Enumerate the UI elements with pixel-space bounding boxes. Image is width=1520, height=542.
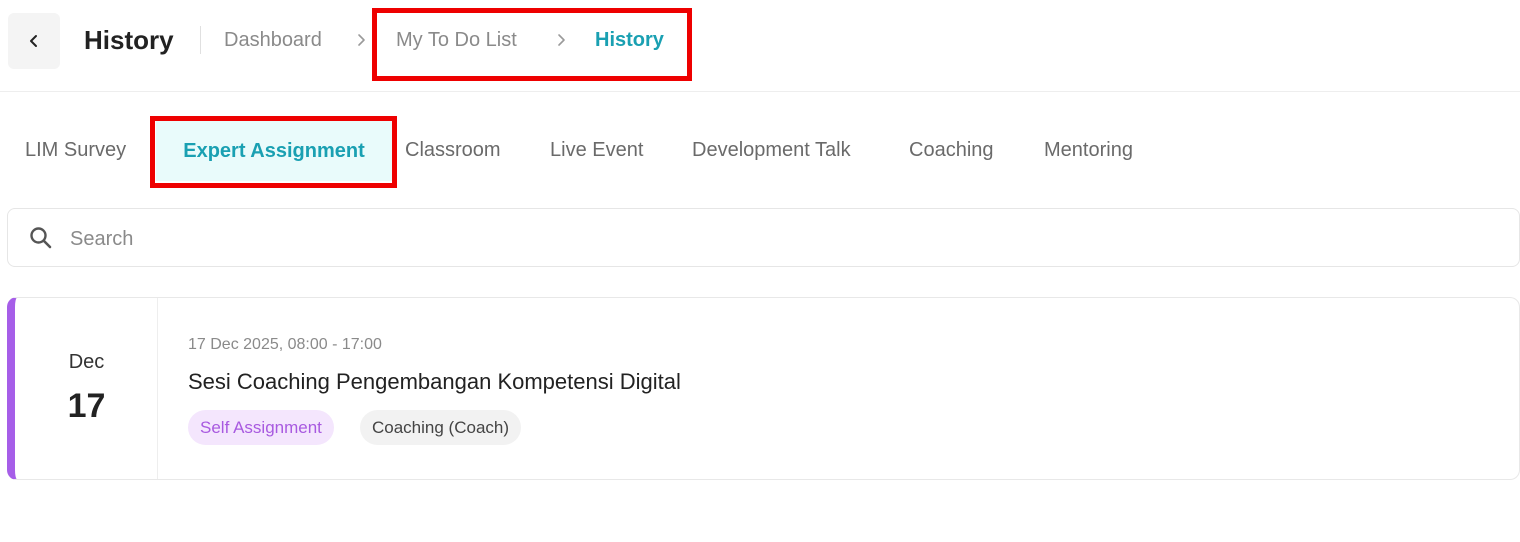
tag-self-assignment: Self Assignment bbox=[188, 410, 334, 445]
card-title: Sesi Coaching Pengembangan Kompetensi Di… bbox=[188, 369, 681, 394]
breadcrumb-dashboard[interactable]: Dashboard bbox=[224, 28, 322, 52]
search-icon bbox=[30, 227, 52, 249]
search-input[interactable] bbox=[70, 225, 670, 253]
search-bar bbox=[7, 208, 1520, 267]
tab-mentoring[interactable]: Mentoring bbox=[1044, 136, 1133, 164]
card-time: 17 Dec 2025, 08:00 - 17:00 bbox=[188, 336, 382, 353]
tab-lim-survey[interactable]: LIM Survey bbox=[25, 136, 126, 164]
title-divider bbox=[200, 26, 201, 54]
tab-classroom[interactable]: Classroom bbox=[405, 136, 501, 164]
card-date-month: Dec bbox=[68, 351, 105, 373]
page-header: History Dashboard My To Do List History bbox=[0, 0, 1520, 92]
card-date-day: 17 bbox=[67, 387, 106, 425]
chevron-right-icon bbox=[356, 32, 368, 48]
tab-development-talk[interactable]: Development Talk bbox=[692, 136, 851, 164]
tab-coaching[interactable]: Coaching bbox=[909, 136, 994, 164]
tag-coaching-coach: Coaching (Coach) bbox=[360, 410, 522, 445]
tab-live-event[interactable]: Live Event bbox=[550, 136, 643, 164]
history-card[interactable]: Dec 17 17 Dec 2025, 08:00 - 17:00 Sesi C… bbox=[7, 297, 1520, 480]
page-title: History bbox=[84, 25, 174, 55]
tab-highlight-box bbox=[150, 116, 397, 188]
card-date: Dec 17 bbox=[15, 298, 158, 479]
chevron-left-icon bbox=[30, 35, 37, 47]
breadcrumb-highlight-box bbox=[372, 8, 692, 81]
back-button[interactable] bbox=[8, 13, 60, 69]
